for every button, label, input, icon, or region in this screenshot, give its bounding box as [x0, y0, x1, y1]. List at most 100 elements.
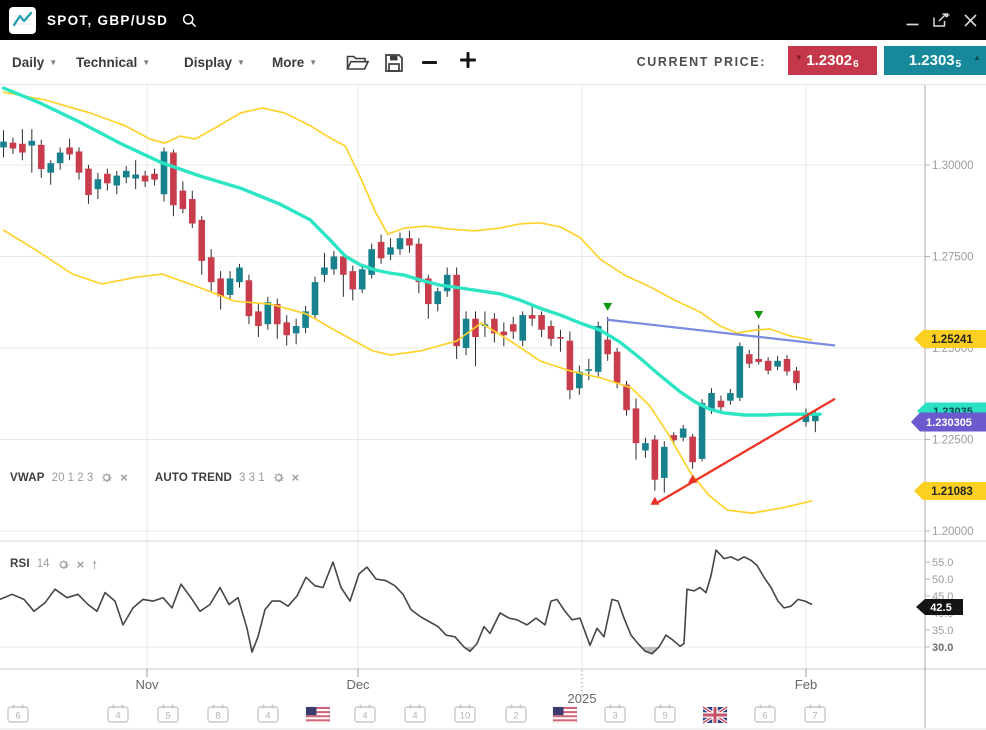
calendar-event-icon[interactable]: 4 — [405, 705, 425, 723]
rsi-line — [0, 550, 812, 654]
open-folder-icon[interactable] — [346, 53, 369, 76]
calendar-event-icon[interactable]: 5 — [158, 705, 178, 723]
candle-body — [378, 242, 385, 258]
candle-body — [746, 354, 753, 364]
popout-button[interactable] — [932, 12, 951, 28]
candle-body — [349, 271, 356, 289]
zoom-in-icon[interactable] — [458, 50, 478, 75]
minimize-button[interactable] — [905, 13, 920, 28]
rsi-params: 14 — [37, 558, 50, 570]
calendar-event-icon[interactable]: 9 — [655, 705, 675, 723]
price-axis-label: 1.30000 — [932, 160, 974, 172]
candle-body — [123, 171, 130, 178]
candle-body — [793, 371, 800, 383]
candle-body — [321, 267, 328, 274]
candle-body — [765, 361, 772, 371]
calendar-event-icon[interactable]: 3 — [605, 705, 625, 723]
candle-body — [652, 440, 659, 480]
upper-band-value-badge: 1.25241 — [914, 330, 986, 348]
toolbar: Daily▼ Technical▼ Display▼ More▼ CURRENT… — [0, 40, 986, 85]
rsi-move-up-icon[interactable]: ↑ — [91, 557, 98, 571]
month-label: Feb — [795, 677, 817, 692]
calendar-event-icon[interactable]: 6 — [8, 705, 28, 723]
candle-body — [755, 359, 762, 362]
resistance-trend-line — [608, 320, 835, 346]
search-icon[interactable] — [181, 12, 198, 29]
calendar-day-number: 4 — [412, 711, 417, 722]
candle-body — [142, 176, 149, 182]
save-icon[interactable] — [384, 53, 404, 78]
candle-body — [689, 437, 696, 463]
close-icon[interactable] — [963, 13, 978, 28]
more-menu[interactable]: More▼ — [272, 40, 317, 85]
candle-body — [0, 142, 7, 148]
uk-flag-icon[interactable] — [703, 707, 727, 723]
candle-body — [47, 163, 54, 173]
candle-body — [312, 282, 319, 315]
timeframe-menu[interactable]: Daily▼ — [12, 40, 57, 85]
rsi-label: RSI — [10, 558, 30, 570]
upper-bollinger-band — [4, 92, 812, 340]
zoom-out-icon[interactable] — [421, 56, 440, 75]
calendar-day-number: 6 — [762, 711, 767, 722]
calendar-day-number: 9 — [662, 711, 667, 722]
candle-body — [699, 403, 706, 459]
calendar-day-number: 7 — [812, 711, 817, 722]
rsi-remove-icon[interactable]: × — [77, 558, 85, 571]
calendar-event-icon[interactable]: 6 — [755, 705, 775, 723]
sell-signal-triangle-icon — [754, 311, 763, 319]
candle-body — [227, 278, 234, 294]
candle-body — [585, 369, 592, 371]
candle-body — [66, 147, 73, 154]
rsi-value-badge: 42.5 — [916, 599, 963, 615]
candle-body — [416, 244, 423, 282]
calendar-event-icon[interactable]: 4 — [355, 705, 375, 723]
price-axis-label: 1.20000 — [932, 526, 974, 538]
candle-body — [76, 151, 83, 172]
display-menu[interactable]: Display▼ — [184, 40, 245, 85]
candle-body — [57, 153, 64, 164]
calendar-day-number: 4 — [362, 711, 367, 722]
vwap-remove-icon[interactable]: × — [120, 471, 128, 484]
chevron-down-icon: ▼ — [309, 58, 317, 67]
current-price-label: CURRENT PRICE: — [637, 40, 766, 85]
chart-canvas[interactable]: 1.300001.275001.250001.225001.2000055.05… — [0, 0, 986, 730]
calendar-event-icon[interactable]: 8 — [208, 705, 228, 723]
candle-body — [236, 267, 243, 282]
calendar-event-icon[interactable]: 4 — [258, 705, 278, 723]
candle-body — [180, 191, 187, 209]
rsi-axis-label: 50.0 — [932, 574, 953, 586]
candle-body — [151, 174, 158, 180]
price-axis-label: 1.22500 — [932, 435, 974, 447]
candle-body — [189, 199, 196, 224]
calendar-event-icon[interactable]: 7 — [805, 705, 825, 723]
vwap-line — [4, 88, 821, 415]
vwap-settings-gear-icon[interactable] — [100, 471, 113, 484]
calendar-event-icon[interactable]: 4 — [108, 705, 128, 723]
candle-body — [633, 408, 640, 443]
auto-trend-settings-gear-icon[interactable] — [272, 471, 285, 484]
candle-body — [614, 352, 621, 383]
calendar-event-icon[interactable]: 10 — [455, 705, 475, 723]
calendar-event-icon[interactable]: 2 — [506, 705, 526, 723]
candle-body — [198, 220, 205, 261]
instrument-title: SPOT, GBP/USD — [47, 13, 168, 28]
us-flag-icon[interactable] — [306, 707, 330, 723]
auto-trend-remove-icon[interactable]: × — [292, 471, 300, 484]
calendar-day-number: 4 — [265, 711, 270, 722]
candle-body — [340, 257, 347, 275]
candle-body — [538, 315, 545, 330]
us-flag-icon[interactable] — [553, 707, 577, 723]
candle-body — [434, 291, 441, 304]
calendar-day-number: 10 — [460, 711, 471, 722]
rsi-axis-label: 55.0 — [932, 557, 953, 569]
candle-body — [161, 151, 168, 194]
candle-body — [283, 322, 290, 335]
app-logo-icon — [9, 7, 36, 34]
vwap-value-badge-text: 1.230305 — [926, 417, 972, 429]
lower-band-value-badge-text: 1.21083 — [931, 486, 973, 498]
rsi-settings-gear-icon[interactable] — [57, 558, 70, 571]
month-label: 2025 — [568, 691, 597, 706]
rsi-indicator-labels: RSI 14 × ↑ — [10, 557, 98, 571]
technical-menu[interactable]: Technical▼ — [76, 40, 150, 85]
